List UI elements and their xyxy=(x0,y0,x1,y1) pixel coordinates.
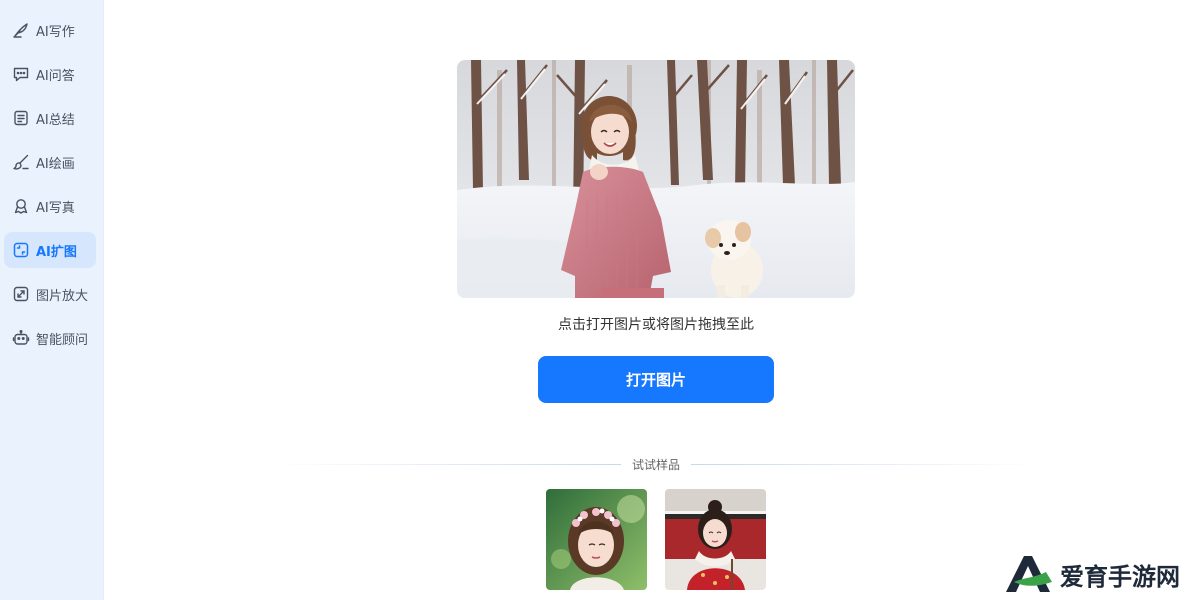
sidebar-item-label: AI扩图 xyxy=(36,244,77,260)
snowy-forest-girl-with-puppy-photo xyxy=(457,60,855,298)
sidebar-item-label: AI问答 xyxy=(36,68,75,84)
samples-title: 试试样品 xyxy=(631,458,680,472)
upload-dropzone-preview[interactable] xyxy=(457,60,855,298)
paintbrush-icon xyxy=(12,153,30,171)
sidebar-item-label: 智能顾问 xyxy=(36,332,89,348)
sidebar-item-ai-portrait[interactable]: AI写真 xyxy=(4,188,96,224)
expand-image-icon xyxy=(12,241,30,259)
sidebar-item-ai-expand[interactable]: AI扩图 xyxy=(4,232,96,268)
watermark-text: 爱育手游网 xyxy=(1060,562,1180,591)
sidebar-item-smart-advisor[interactable]: 智能顾问 xyxy=(4,320,96,356)
girl-with-flower-crown-photo xyxy=(546,489,647,590)
sidebar-item-image-upscale[interactable]: 图片放大 xyxy=(4,276,96,312)
chat-bubble-icon xyxy=(12,65,30,83)
main-content: 点击打开图片或将图片拖拽至此 打开图片 试试样品 xyxy=(105,0,1200,600)
robot-icon xyxy=(12,329,30,347)
upscale-icon xyxy=(12,285,30,303)
sidebar-item-label: 图片放大 xyxy=(36,288,89,304)
girl-in-red-coat-photo xyxy=(665,489,766,590)
open-image-button[interactable]: 打开图片 xyxy=(538,356,774,403)
portrait-icon xyxy=(12,197,30,215)
sidebar-item-label: AI写作 xyxy=(36,24,75,40)
sample-image-1[interactable] xyxy=(546,489,647,590)
site-logo-icon xyxy=(1006,556,1052,592)
watermark-logo: 爱育手游网 xyxy=(1000,548,1200,600)
divider-right xyxy=(691,464,1037,465)
sidebar-item-label: AI写真 xyxy=(36,200,75,216)
sidebar-item-label: AI绘画 xyxy=(36,156,75,172)
feather-pen-icon xyxy=(12,21,30,39)
sample-image-2[interactable] xyxy=(665,489,766,590)
sidebar-item-label: AI总结 xyxy=(36,112,75,128)
upload-hint-text: 点击打开图片或将图片拖拽至此 xyxy=(558,317,754,333)
document-icon xyxy=(12,109,30,127)
sidebar-item-ai-qa[interactable]: AI问答 xyxy=(4,56,96,92)
sidebar-item-ai-painting[interactable]: AI绘画 xyxy=(4,144,96,180)
sidebar-item-ai-writing[interactable]: AI写作 xyxy=(4,12,96,48)
sidebar-item-ai-summary[interactable]: AI总结 xyxy=(4,100,96,136)
sidebar: AI写作 AI问答 AI总结 AI绘画 AI写真 AI扩图 图片放大 智能顾问 xyxy=(0,0,104,600)
divider-left xyxy=(275,464,621,465)
